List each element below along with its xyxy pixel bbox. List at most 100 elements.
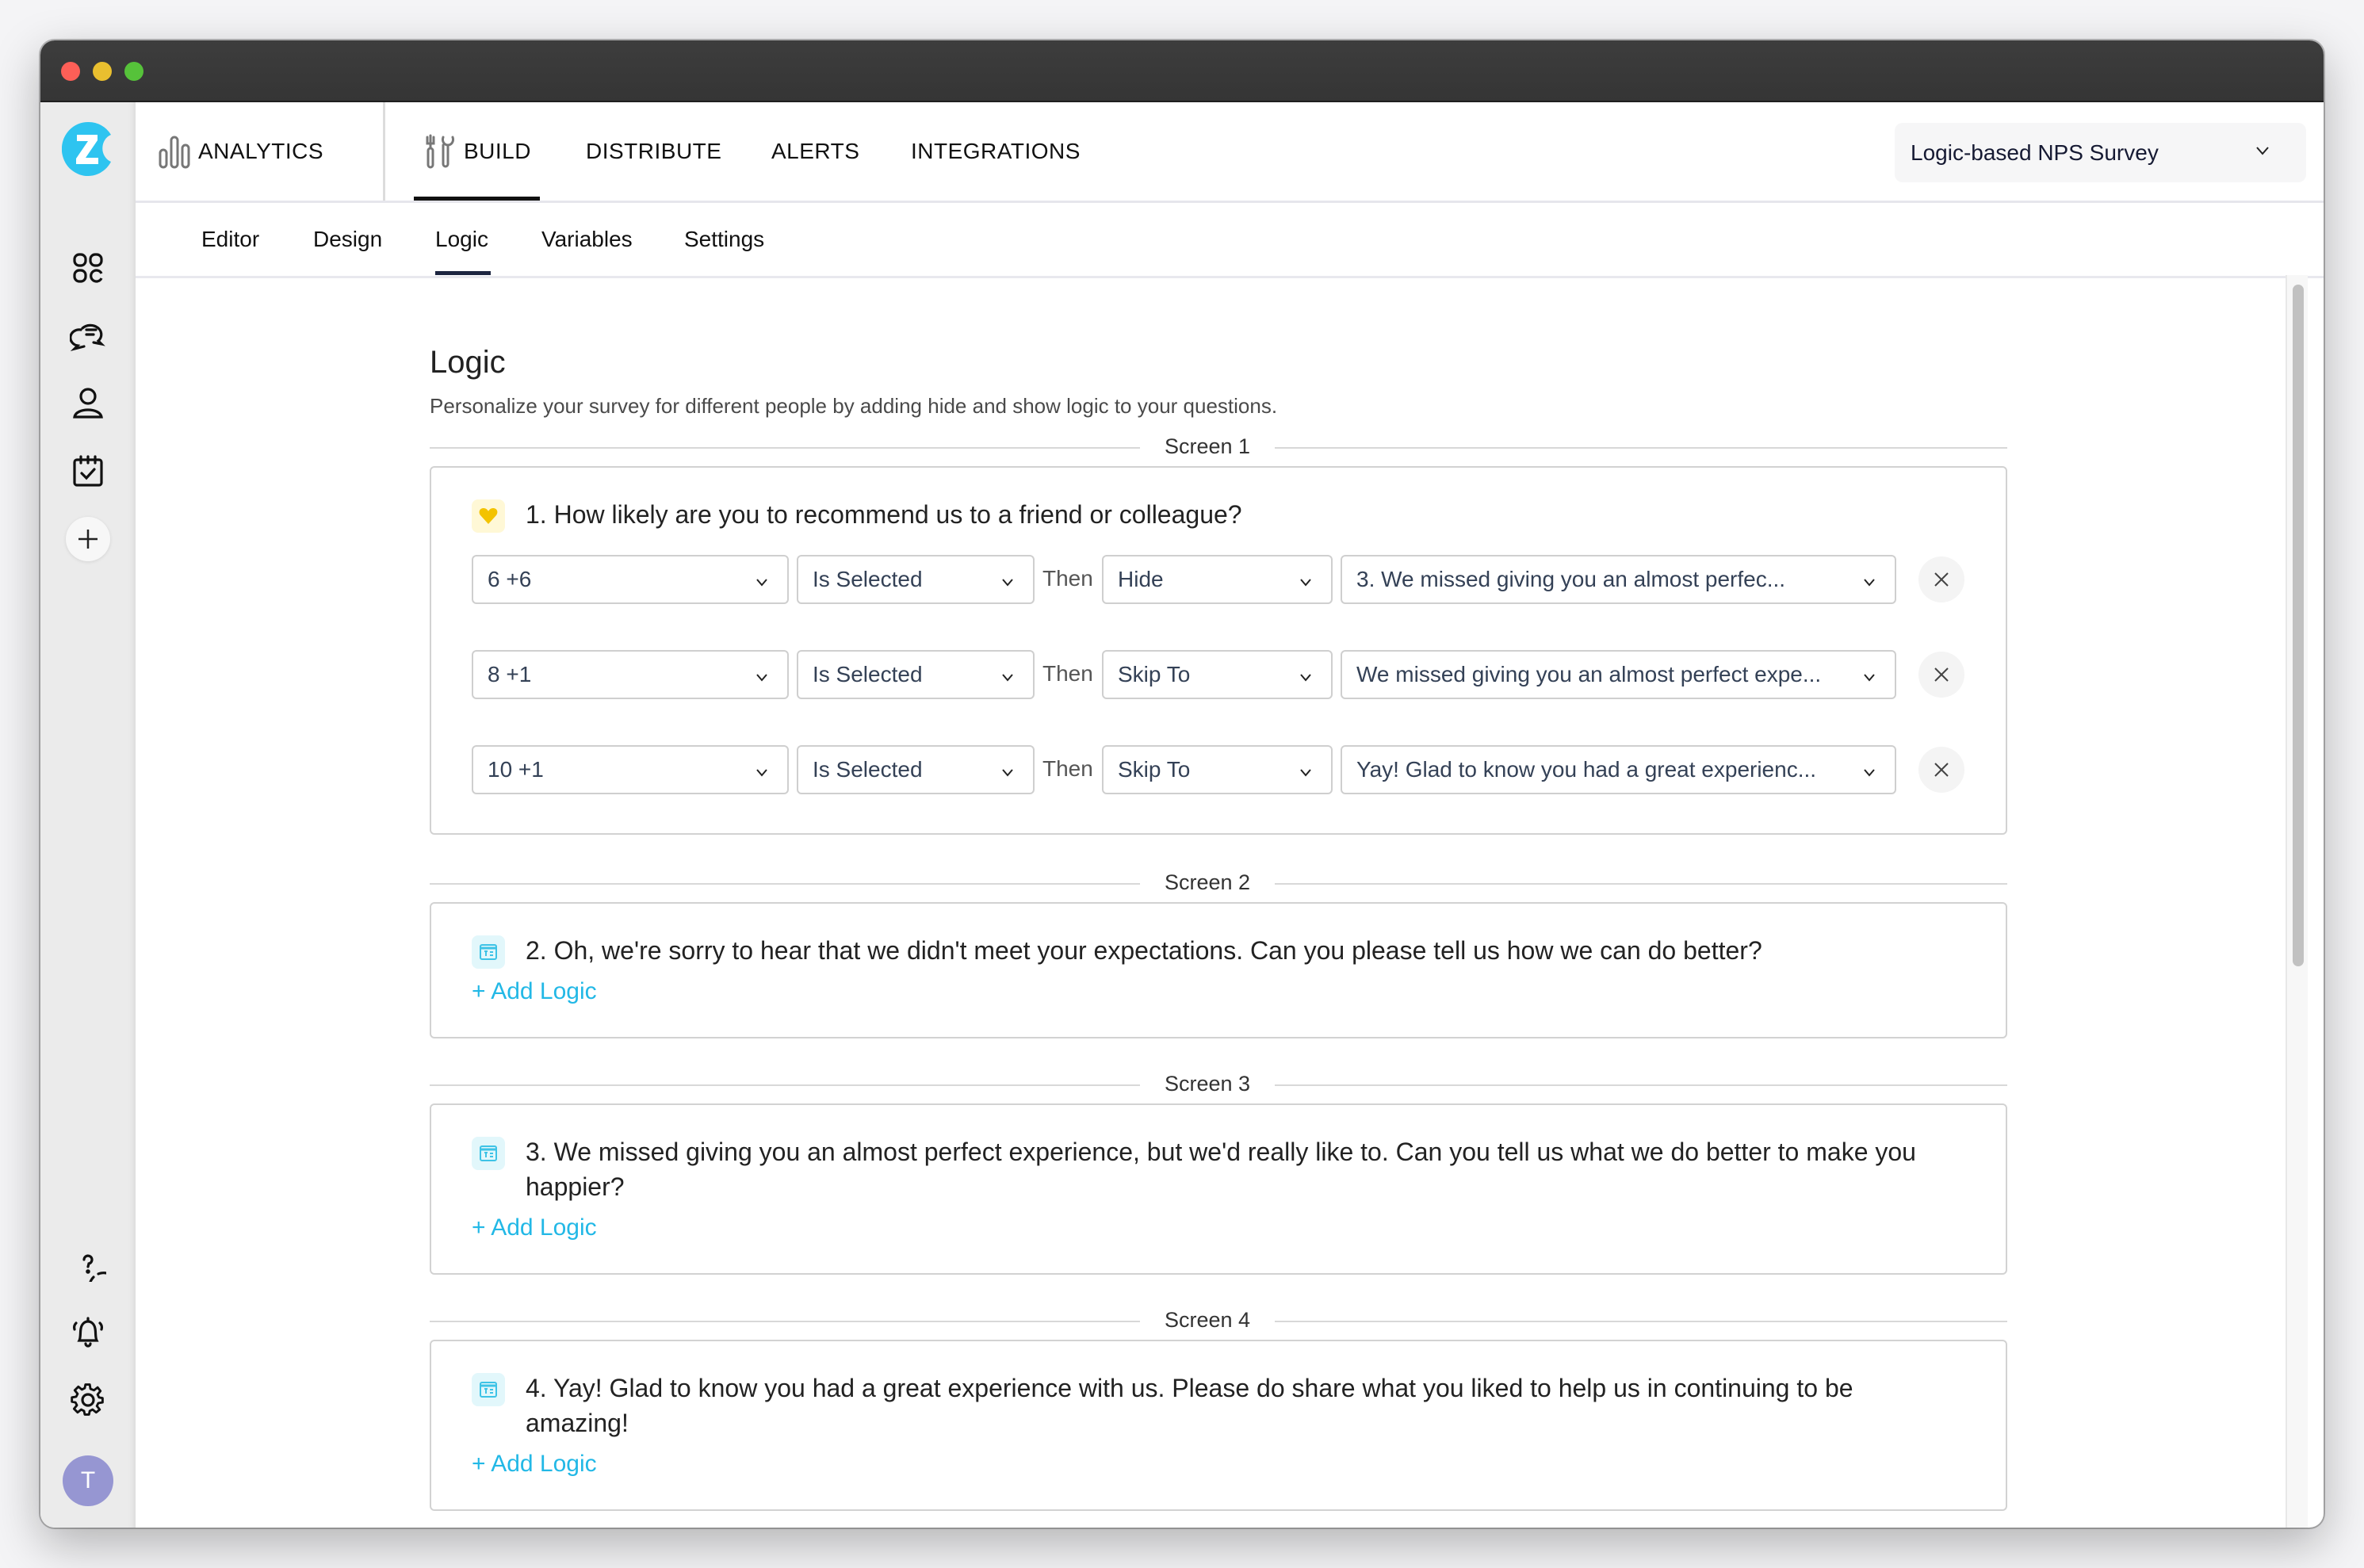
target-select[interactable]: Yay! Glad to know you had a great experi… [1341, 745, 1896, 794]
help-circle-icon [82, 1254, 106, 1282]
chevron-down-icon [1002, 769, 1013, 777]
delete-rule-button[interactable] [1918, 652, 1964, 698]
sidebar-item-feedback[interactable] [64, 312, 112, 359]
question-text: 2. Oh, we're sorry to hear that we didn'… [526, 936, 1762, 965]
chevron-down-icon [1002, 579, 1013, 587]
maximize-window-button[interactable] [124, 62, 143, 81]
choice-select-value: 10 +1 [488, 757, 544, 782]
action-select[interactable]: Skip To [1102, 745, 1333, 794]
sidebar-item-contacts[interactable] [64, 380, 112, 427]
text-input-icon [480, 1382, 497, 1398]
subtab-design[interactable]: Design [313, 203, 382, 276]
separator-line [430, 1321, 1140, 1322]
question-type-badge [472, 1137, 505, 1170]
choice-select-value: 6 +6 [488, 567, 532, 591]
add-logic-link[interactable]: + Add Logic [472, 1451, 597, 1478]
question-card: 4. Yay! Glad to know you had a great exp… [430, 1340, 2007, 1511]
subtab-logic-label: Logic [435, 227, 488, 251]
page-title: Logic [430, 345, 506, 380]
subtab-logic[interactable]: Logic [435, 203, 488, 276]
sidebar-item-help[interactable] [64, 1240, 112, 1287]
scrollbar-thumb[interactable] [2293, 285, 2304, 966]
subtab-editor[interactable]: Editor [201, 203, 259, 276]
choice-select[interactable]: 10 +1 [472, 745, 789, 794]
separator-line [1275, 883, 2007, 885]
tab-integrations[interactable]: INTEGRATIONS [911, 102, 1081, 201]
separator-line [430, 447, 1140, 449]
title-bar [40, 40, 2324, 102]
question-type-badge [472, 1373, 505, 1406]
action-select[interactable]: Hide [1102, 555, 1333, 604]
tab-integrations-label: INTEGRATIONS [911, 139, 1081, 163]
condition-select-value: Is Selected [813, 662, 923, 686]
sidebar-item-dashboard[interactable] [64, 244, 112, 292]
subtab-settings[interactable]: Settings [684, 203, 764, 276]
add-logic-link[interactable]: + Add Logic [472, 978, 597, 1005]
tab-build[interactable]: BUILD [424, 102, 531, 201]
question-card: 3. We missed giving you an almost perfec… [430, 1103, 2007, 1275]
target-select[interactable]: 3. We missed giving you an almost perfec… [1341, 555, 1896, 604]
plus-icon [78, 530, 98, 549]
tab-analytics[interactable]: ANALYTICS [159, 102, 323, 201]
question-text: 1. How likely are you to recommend us to… [526, 500, 1242, 529]
screen-label: Screen 4 [1164, 1308, 1251, 1332]
action-select-value: Hide [1118, 567, 1164, 591]
choice-select[interactable]: 8 +1 [472, 650, 789, 699]
condition-select[interactable]: Is Selected [797, 650, 1035, 699]
screen-separator: Screen 1 [430, 434, 2007, 458]
condition-select[interactable]: Is Selected [797, 745, 1035, 794]
chevron-down-icon [1864, 674, 1875, 682]
tab-distribute[interactable]: DISTRIBUTE [586, 102, 721, 201]
delete-rule-button[interactable] [1918, 556, 1964, 602]
subtab-settings-label: Settings [684, 227, 765, 251]
tab-analytics-label: ANALYTICS [198, 139, 324, 163]
vertical-scrollbar[interactable] [2286, 275, 2308, 1528]
close-window-button[interactable] [61, 62, 80, 81]
subtab-editor-label: Editor [201, 227, 260, 251]
screen-label: Screen 3 [1164, 1072, 1251, 1096]
active-subtab-indicator [435, 271, 491, 275]
add-logic-link[interactable]: + Add Logic [472, 1214, 597, 1241]
question-card: 1. How likely are you to recommend us to… [430, 466, 2007, 835]
sidebar-item-tasks[interactable] [64, 448, 112, 495]
action-select-value: Skip To [1118, 757, 1191, 782]
target-select-value: 3. We missed giving you an almost perfec… [1356, 567, 1786, 591]
condition-select-value: Is Selected [813, 757, 923, 782]
choice-select[interactable]: 6 +6 [472, 555, 789, 604]
action-select[interactable]: Skip To [1102, 650, 1333, 699]
close-icon [1934, 667, 1949, 682]
separator-line [1275, 1321, 2007, 1322]
zonka-logo-icon [61, 121, 111, 176]
condition-select[interactable]: Is Selected [797, 555, 1035, 604]
survey-selector[interactable]: Logic-based NPS Survey [1895, 123, 2306, 182]
choice-select-value: 8 +1 [488, 662, 532, 686]
close-icon [1934, 572, 1949, 587]
user-avatar[interactable]: T [63, 1455, 113, 1506]
sidebar-item-notifications[interactable] [64, 1308, 112, 1356]
action-select-value: Skip To [1118, 662, 1191, 686]
sidebar-item-settings[interactable] [64, 1376, 112, 1424]
grid-icon [73, 253, 103, 283]
calendar-check-icon [73, 455, 103, 487]
nav-divider [383, 102, 385, 201]
chevron-down-icon [756, 769, 767, 777]
question-text: 3. We missed giving you an almost perfec… [526, 1138, 1916, 1201]
chevron-down-icon [756, 579, 767, 587]
target-select[interactable]: We missed giving you an almost perfect e… [1341, 650, 1896, 699]
tab-alerts-label: ALERTS [771, 139, 860, 163]
tab-distribute-label: DISTRIBUTE [586, 139, 722, 163]
subtab-variables[interactable]: Variables [541, 203, 633, 276]
then-label: Then [1042, 661, 1093, 686]
chevron-down-icon [1864, 579, 1875, 587]
tab-alerts[interactable]: ALERTS [771, 102, 859, 201]
minimize-window-button[interactable] [93, 62, 112, 81]
add-button[interactable] [66, 517, 110, 561]
page-description: Personalize your survey for different pe… [430, 394, 1278, 418]
survey-selector-value: Logic-based NPS Survey [1911, 140, 2159, 165]
brand-logo[interactable] [61, 120, 114, 176]
question-type-badge [472, 935, 505, 969]
chevron-down-icon [756, 674, 767, 682]
header: ANALYTICS BUILD DISTRIBUTE ALERTS INTEGR… [136, 102, 2324, 278]
subtab-variables-label: Variables [541, 227, 633, 251]
delete-rule-button[interactable] [1918, 747, 1964, 793]
